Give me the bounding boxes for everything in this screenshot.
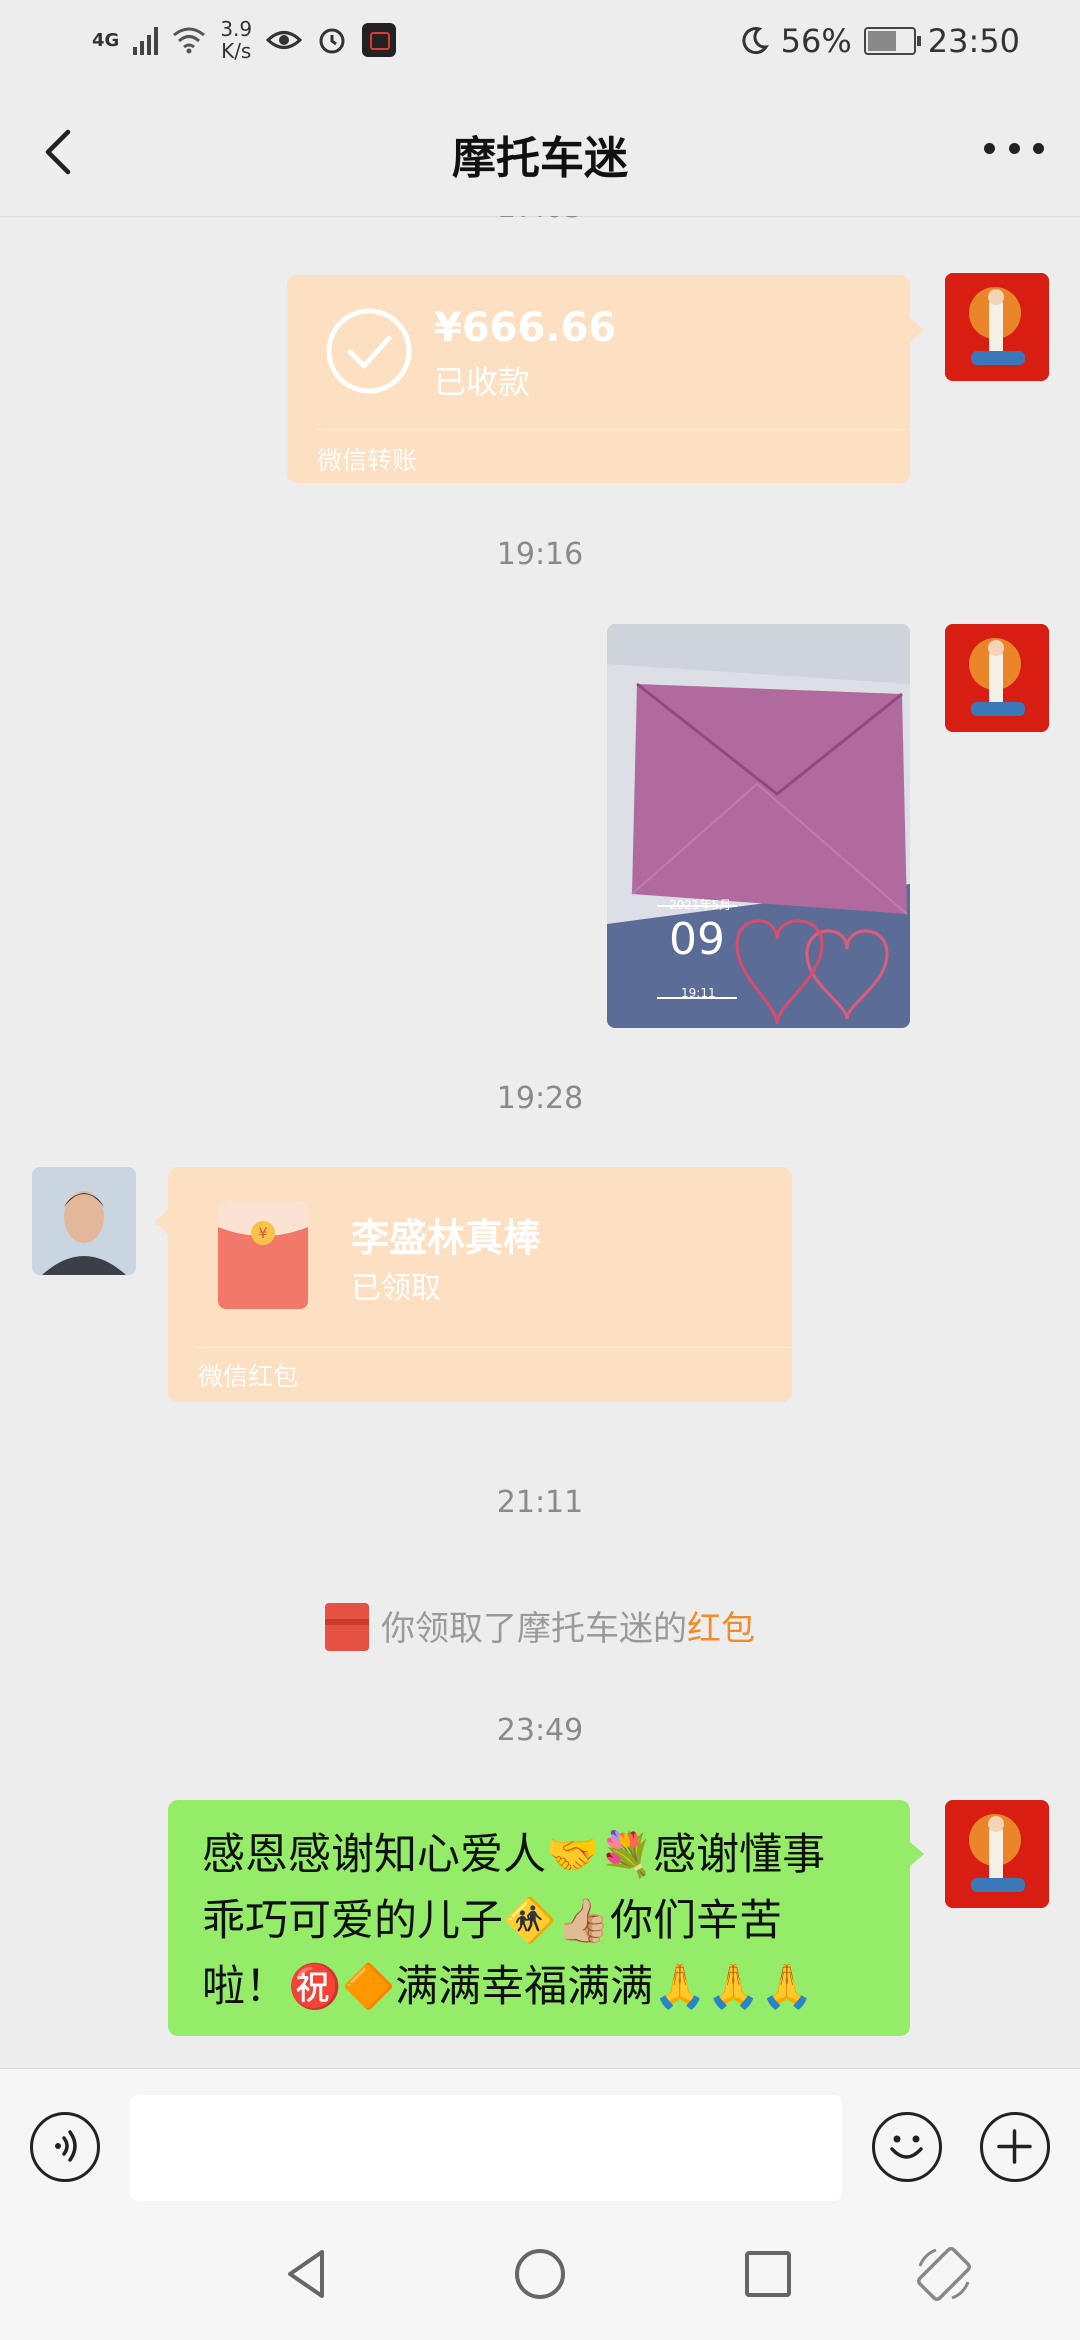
photo-day-label: 09: [669, 914, 725, 965]
chat-title: 摩托车迷: [452, 133, 628, 184]
bubble-tail: [910, 318, 924, 342]
message-line: 乖巧可爱的儿子🚸👍🏼你们辛苦: [202, 1896, 783, 1946]
input-bar: [0, 2068, 1080, 2209]
photo-date-label: 2021年5月: [669, 898, 732, 912]
red-packet-link[interactable]: 红包: [687, 1609, 755, 1649]
emoji-button[interactable]: [872, 2112, 942, 2182]
system-message-text: 你领取了摩托车迷的: [381, 1609, 687, 1649]
my-avatar[interactable]: [945, 1800, 1049, 1908]
signal-icon: [133, 25, 159, 55]
red-packet-footer: 微信红包: [198, 1362, 299, 1391]
message-line: 啦！㊗️🔶满满幸福满满🙏🙏🙏: [202, 1962, 814, 2012]
avatar-image: [945, 624, 1049, 732]
transfer-status: 已收款: [434, 363, 531, 401]
red-packet-message[interactable]: ¥ 李盛林真棒 已领取 微信红包: [168, 1167, 792, 1402]
status-right: 56% 23:50: [739, 22, 1020, 60]
voice-button[interactable]: [30, 2112, 100, 2182]
voice-icon: [55, 2130, 77, 2162]
smiley-icon: [890, 2135, 923, 2159]
more-dot-icon: [1008, 142, 1020, 154]
check-circle-icon: [326, 308, 412, 394]
red-packet-icon: ¥: [218, 1201, 308, 1309]
alarm-icon: [319, 28, 345, 54]
status-left: 4G 3.9 K/s: [92, 18, 397, 62]
bubble-tail: [154, 1210, 168, 1234]
photo-time-label: 19:11: [681, 986, 716, 1000]
avatar-image: [945, 1800, 1049, 1908]
more-dot-icon: [984, 142, 995, 154]
timestamp: 23:49: [496, 1713, 584, 1748]
network-speed: 3.9 K/s: [220, 18, 252, 62]
red-packet-mini-icon: [325, 1602, 369, 1651]
battery-percent: 56%: [780, 22, 852, 60]
nav-back-icon[interactable]: [278, 2244, 338, 2304]
red-packet-status: 已领取: [351, 1271, 441, 1306]
add-button[interactable]: [980, 2112, 1050, 2182]
text-message[interactable]: 感恩感谢知心爱人🤝💐感谢懂事 乖巧可爱的儿子🚸👍🏼你们辛苦 啦！㊗️🔶满满幸福满…: [168, 1800, 910, 2036]
timestamp: 21:11: [496, 1485, 584, 1520]
eye-icon: [266, 31, 303, 49]
wifi-icon: [173, 27, 206, 54]
photo-image: [607, 624, 910, 1028]
avatar-image: [945, 273, 1049, 381]
chat-header: 摩托车迷: [0, 86, 1080, 217]
battery-icon: [863, 27, 921, 55]
transfer-message[interactable]: ¥666.66 已收款 微信转账: [287, 275, 910, 483]
svg-text:¥: ¥: [259, 1226, 268, 1242]
bubble-tail: [910, 1842, 924, 1866]
network-label: 4G: [92, 29, 120, 51]
moon-icon: [742, 27, 769, 55]
timestamp: 19:16: [496, 537, 584, 572]
clock: 23:50: [927, 22, 1020, 60]
message-text: 感恩感谢知心爱人🤝💐感谢懂事 乖巧可爱的儿子🚸👍🏼你们辛苦 啦！㊗️🔶满满幸福满…: [202, 1822, 892, 2020]
plus-icon: [997, 2129, 1032, 2164]
my-avatar[interactable]: [945, 273, 1049, 381]
red-packet-title: 李盛林真棒: [351, 1216, 542, 1260]
avatar-image: [32, 1167, 136, 1275]
divider: [317, 429, 910, 430]
transfer-amount: ¥666.66: [434, 305, 617, 351]
photo-message[interactable]: 2021年5月 09 19:11: [607, 624, 910, 1028]
more-options-button[interactable]: [984, 128, 1044, 168]
speed-unit: K/s: [221, 39, 252, 63]
message-line: 感恩感谢知心爱人🤝💐感谢懂事: [202, 1830, 826, 1880]
system-nav-bar: [0, 2208, 1080, 2340]
screen-record-icon: [362, 23, 397, 57]
message-input[interactable]: [130, 2095, 842, 2201]
nav-home-icon[interactable]: [510, 2244, 570, 2304]
status-bar: 4G 3.9 K/s 56% 23:50: [0, 0, 1080, 86]
nav-recents-icon[interactable]: [738, 2244, 798, 2304]
timestamp: 19:28: [496, 1081, 584, 1116]
rotate-screen-icon[interactable]: [914, 2244, 974, 2304]
contact-avatar[interactable]: [32, 1167, 136, 1275]
transfer-footer: 微信转账: [317, 446, 418, 475]
speed-value: 3.9: [220, 17, 253, 41]
more-dot-icon: [1033, 142, 1044, 154]
divider: [198, 1347, 792, 1348]
my-avatar[interactable]: [945, 624, 1049, 732]
system-message: 你领取了摩托车迷的红包: [0, 1601, 1080, 1655]
